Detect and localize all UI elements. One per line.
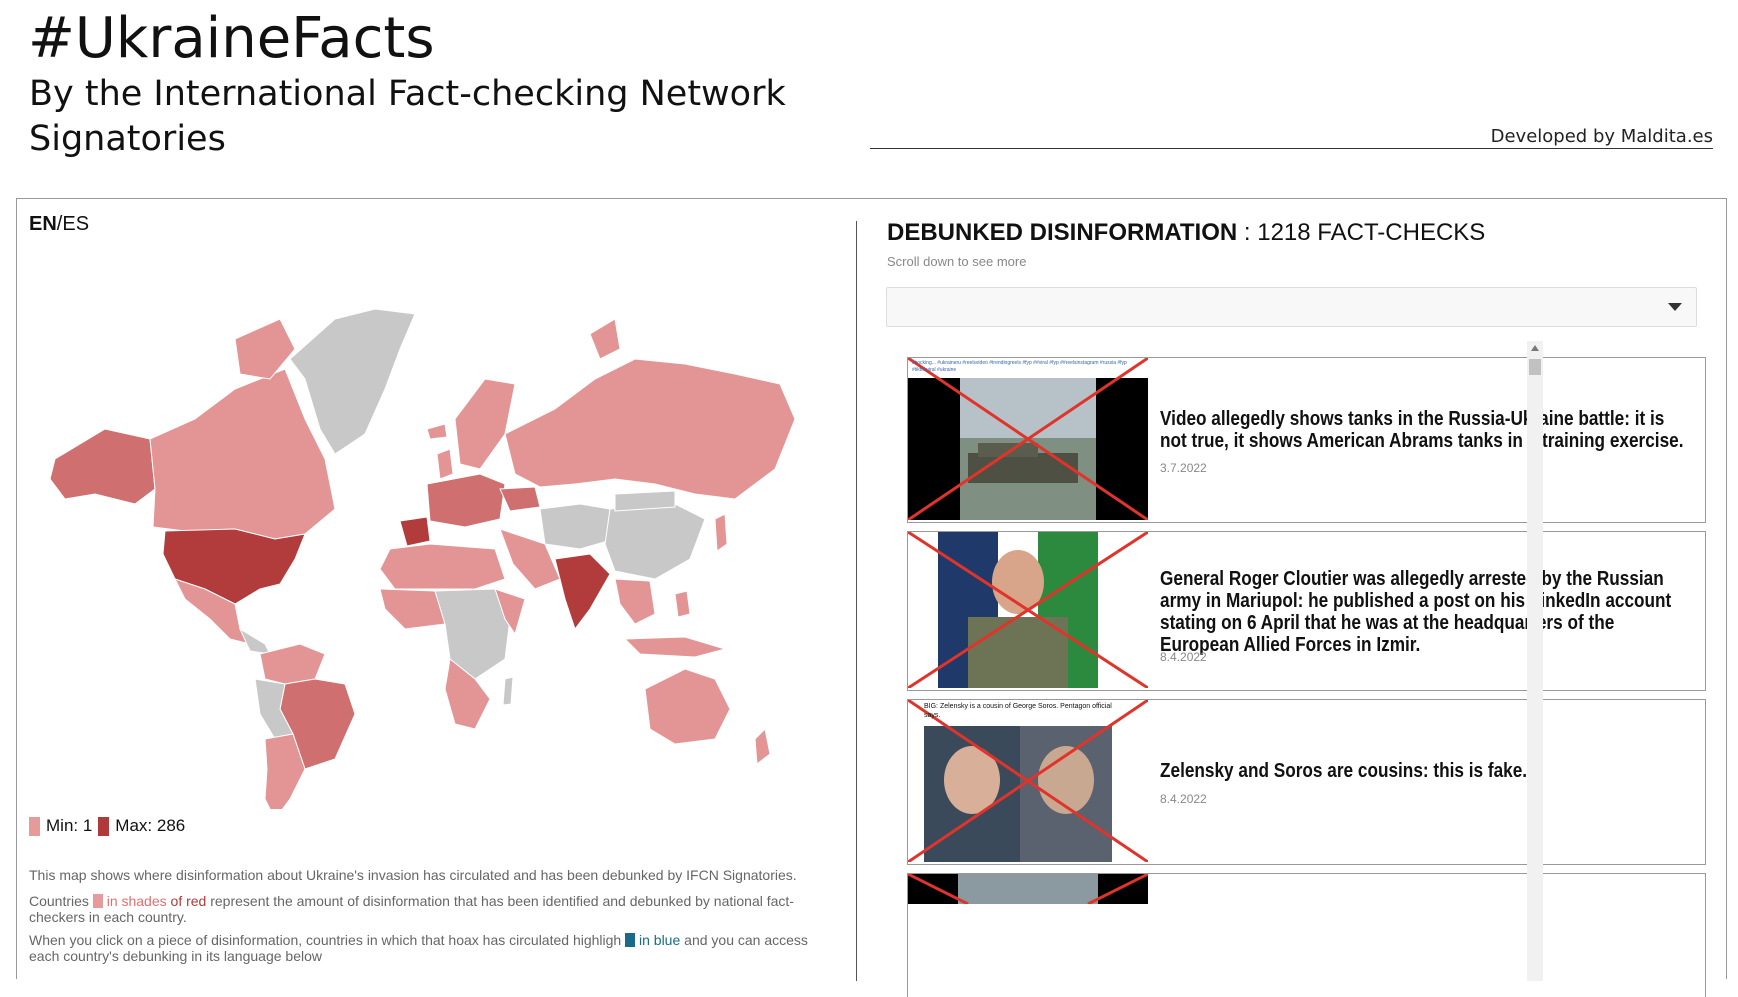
region-north-africa[interactable] bbox=[379, 543, 506, 590]
fact-check-card[interactable]: shocking... #ukraineru #reelsvideo #tren… bbox=[907, 357, 1706, 523]
card-date: 3.7.2022 bbox=[1160, 461, 1207, 475]
legend-min-swatch bbox=[29, 816, 40, 836]
map-description-1: This map shows where disinformation abou… bbox=[29, 867, 797, 883]
map-legend: Min: 1 Max: 286 bbox=[29, 816, 185, 836]
country-filter-dropdown[interactable] bbox=[886, 287, 1697, 327]
country-australia[interactable] bbox=[644, 668, 731, 745]
country-ukraine[interactable] bbox=[499, 486, 541, 512]
site-title: #UkraineFacts bbox=[28, 6, 435, 71]
country-canada[interactable] bbox=[149, 368, 336, 540]
scrollbar-thumb[interactable] bbox=[1529, 359, 1541, 375]
scroll-hint: Scroll down to see more bbox=[887, 254, 1027, 269]
fact-check-card[interactable]: BIG: Zelensky is a cousin of George Soro… bbox=[907, 699, 1706, 865]
desc-red-swatch bbox=[92, 894, 103, 908]
desc3-text-a: When you click on a piece of disinformat… bbox=[29, 932, 622, 948]
country-mongolia[interactable] bbox=[614, 490, 676, 512]
country-india[interactable] bbox=[554, 553, 611, 631]
country-novaya-zemlya[interactable] bbox=[589, 318, 621, 360]
country-canada-islands[interactable] bbox=[234, 318, 296, 380]
world-map[interactable] bbox=[35, 259, 865, 820]
region-southeast-asia[interactable] bbox=[614, 578, 656, 625]
card-thumbnail bbox=[908, 874, 1148, 904]
chevron-down-icon[interactable] bbox=[1668, 303, 1682, 311]
map-description-2: Countries in shades of red represent the… bbox=[29, 893, 829, 925]
card-thumb-caption: BIG: Zelensky is a cousin of George Soro… bbox=[924, 703, 1112, 719]
country-spain[interactable] bbox=[399, 516, 431, 547]
fact-check-feed[interactable]: shocking... #ukraineru #reelsvideo #tren… bbox=[887, 357, 1715, 997]
country-uk[interactable] bbox=[436, 448, 454, 480]
region-west-africa[interactable] bbox=[379, 588, 446, 630]
feed-header: DEBUNKED DISINFORMATION : 1218 FACT-CHEC… bbox=[887, 219, 1485, 247]
desc2-text-a: Countries bbox=[29, 893, 89, 909]
country-madagascar[interactable] bbox=[502, 676, 514, 706]
country-japan[interactable] bbox=[714, 513, 728, 552]
country-alaska[interactable] bbox=[49, 428, 156, 505]
feed-scrollbar[interactable] bbox=[1527, 341, 1543, 981]
legend-max-swatch bbox=[98, 816, 110, 836]
desc2-of-red: of red bbox=[170, 893, 207, 909]
region-central-asia[interactable] bbox=[539, 503, 616, 550]
desc3-in-blue: in blue bbox=[639, 932, 681, 948]
country-china[interactable] bbox=[604, 503, 706, 580]
card-date: 8.4.2022 bbox=[1160, 792, 1207, 806]
language-switch: EN/ES bbox=[29, 213, 89, 236]
feed-header-label: DEBUNKED DISINFORMATION bbox=[887, 219, 1238, 246]
map-description-3: When you click on a piece of disinformat… bbox=[29, 932, 829, 964]
developer-credit: Developed by Maldita.es bbox=[870, 126, 1713, 149]
desc2-in-shades: in shades bbox=[106, 893, 167, 909]
credit-link[interactable]: Developed by Maldita.es bbox=[1491, 126, 1713, 147]
card-date: 8.4.2022 bbox=[1160, 650, 1207, 664]
card-thumbnail bbox=[908, 700, 1148, 862]
card-thumbnail bbox=[908, 358, 1148, 520]
site-subtitle: By the International Fact-checking Netwo… bbox=[29, 74, 786, 159]
main-panel: EN/ES Min: 1 Max: 286 This map shows whe… bbox=[16, 198, 1727, 997]
scroll-up-icon[interactable] bbox=[1531, 345, 1539, 351]
panel-divider bbox=[856, 221, 857, 981]
region-central-africa[interactable] bbox=[434, 588, 511, 680]
country-new-zealand[interactable] bbox=[754, 727, 771, 765]
card-thumb-caption: shocking... #ukraineru #reelsvideo #tren… bbox=[912, 360, 1127, 373]
fact-check-card[interactable] bbox=[907, 873, 1706, 997]
card-thumbnail bbox=[908, 532, 1148, 688]
card-title[interactable]: Zelensky and Soros are cousins: this is … bbox=[1160, 760, 1693, 782]
legend-min-label: Min: 1 bbox=[46, 816, 93, 835]
legend-max-label: Max: 286 bbox=[115, 816, 186, 835]
lang-en[interactable]: EN bbox=[29, 213, 57, 235]
country-philippines[interactable] bbox=[674, 590, 691, 618]
country-indonesia[interactable] bbox=[623, 636, 727, 658]
fact-check-card[interactable]: General Roger Cloutier was allegedly arr… bbox=[907, 531, 1706, 691]
country-russia[interactable] bbox=[504, 358, 796, 500]
world-map-svg[interactable] bbox=[35, 259, 865, 820]
card-title[interactable]: Video allegedly shows tanks in the Russi… bbox=[1160, 408, 1693, 452]
country-iceland[interactable] bbox=[426, 423, 448, 440]
country-colombia-venezuela[interactable] bbox=[259, 643, 326, 685]
region-scandinavia[interactable] bbox=[454, 378, 516, 470]
region-western-europe[interactable] bbox=[426, 473, 506, 528]
lang-es[interactable]: ES bbox=[62, 213, 89, 235]
feed-header-count: : 1218 FACT-CHECKS bbox=[1243, 219, 1486, 246]
desc-blue-swatch bbox=[625, 933, 636, 947]
card-title[interactable]: General Roger Cloutier was allegedly arr… bbox=[1160, 568, 1693, 656]
